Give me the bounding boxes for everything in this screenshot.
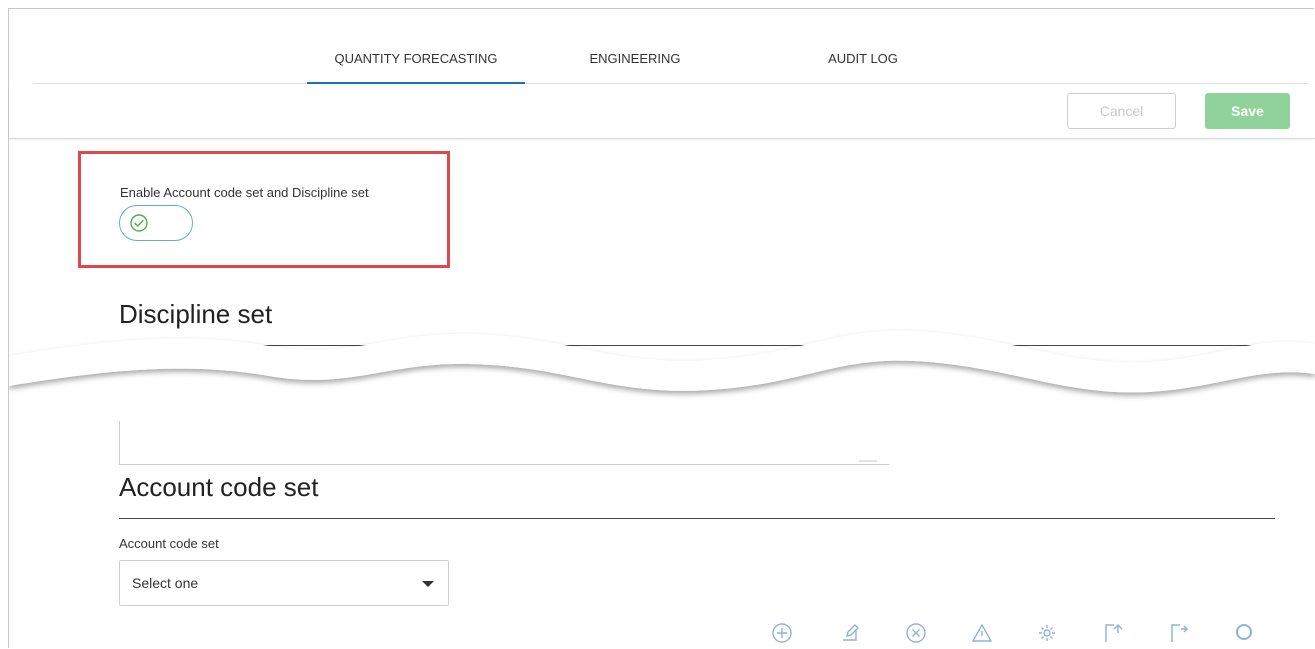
tab-quantity-forecasting[interactable]: QUANTITY FORECASTING (307, 47, 525, 84)
action-toolbar: Cancel Save (9, 84, 1315, 139)
edit-icon[interactable] (838, 621, 862, 645)
search-icon[interactable] (1233, 621, 1257, 645)
save-button[interactable]: Save (1205, 93, 1290, 129)
discipline-table (119, 421, 889, 465)
account-code-set-select[interactable]: Select one (119, 560, 449, 606)
grid-toolbar (9, 621, 1315, 649)
enable-toggle[interactable] (119, 205, 193, 241)
remove-circle-icon[interactable] (904, 621, 928, 645)
account-divider (119, 518, 1275, 519)
tab-bar: QUANTITY FORECASTING ENGINEERING AUDIT L… (33, 47, 1308, 84)
warning-icon[interactable] (970, 621, 994, 645)
account-code-set-label: Account code set (119, 536, 219, 551)
select-value: Select one (132, 575, 199, 591)
chevron-down-icon (422, 581, 434, 587)
cancel-button[interactable]: Cancel (1067, 93, 1176, 129)
table-scrollbar[interactable] (859, 460, 877, 462)
tab-engineering[interactable]: ENGINEERING (555, 47, 715, 83)
add-circle-icon[interactable] (770, 621, 794, 645)
enable-setting-label: Enable Account code set and Discipline s… (120, 185, 369, 200)
export-icon[interactable] (1167, 621, 1191, 645)
torn-edge-break (9, 330, 1315, 393)
account-code-set-title: Account code set (119, 472, 319, 502)
check-circle-icon (128, 212, 150, 234)
tab-audit-log[interactable]: AUDIT LOG (793, 47, 933, 83)
settings-icon[interactable] (1035, 621, 1059, 645)
import-icon[interactable] (1101, 621, 1125, 645)
app-frame: QUANTITY FORECASTING ENGINEERING AUDIT L… (8, 8, 1315, 649)
